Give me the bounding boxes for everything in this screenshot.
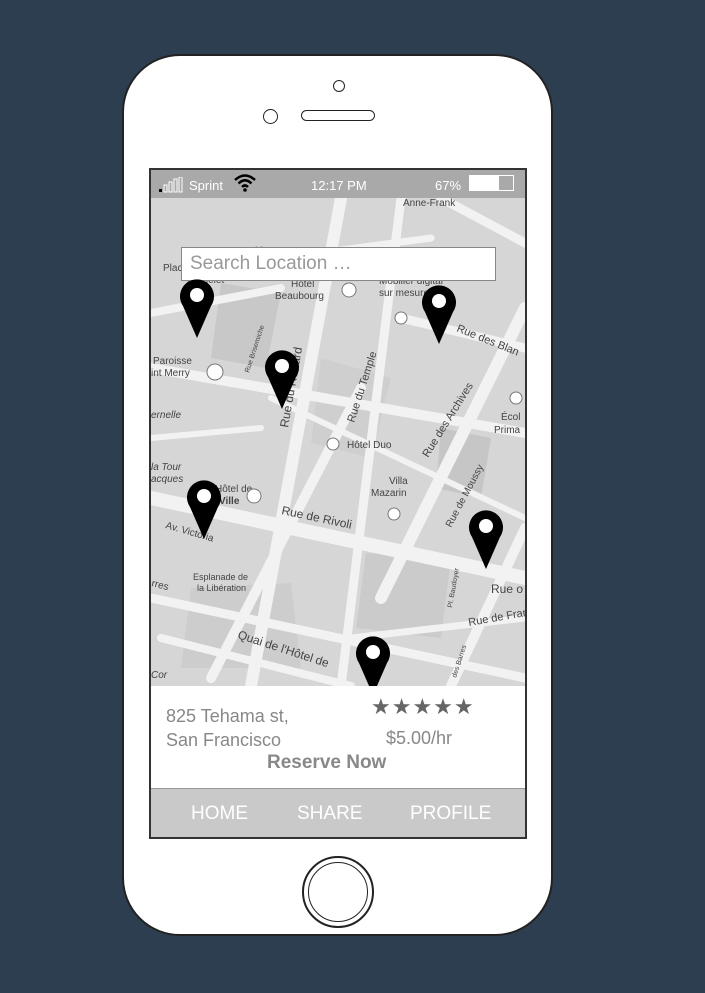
map-street-label: Ville bbox=[219, 496, 240, 507]
map-pin-icon[interactable] bbox=[421, 284, 457, 344]
map-pin-icon[interactable] bbox=[468, 509, 504, 569]
map-street-label: ernelle bbox=[151, 410, 181, 421]
search-input[interactable] bbox=[181, 247, 496, 281]
map-pin-icon[interactable] bbox=[264, 349, 300, 409]
status-time: 12:17 PM bbox=[311, 178, 367, 193]
map-pin-icon[interactable] bbox=[179, 278, 215, 338]
map-street-label: Hôtel Duo bbox=[347, 440, 392, 451]
listing-address: 825 Tehama st, San Francisco bbox=[166, 704, 289, 752]
map-poi-icon bbox=[387, 507, 401, 521]
map-street-label: Écol bbox=[501, 410, 520, 423]
sensor-icon bbox=[263, 109, 278, 124]
map-street-label: Rue o bbox=[491, 582, 523, 596]
map-street-label: la Libération bbox=[197, 583, 246, 593]
map-poi-icon bbox=[394, 311, 408, 325]
map-street-label: Paroisse bbox=[153, 356, 192, 367]
map-street-label: Mazarin bbox=[371, 488, 407, 499]
battery-percent: 67% bbox=[435, 178, 462, 193]
signal-bars-icon bbox=[159, 176, 185, 196]
battery-fill bbox=[470, 176, 499, 190]
map-street-label: acques bbox=[151, 474, 183, 485]
speaker-icon bbox=[301, 110, 375, 121]
map-street-label: int Merry bbox=[151, 368, 190, 379]
map-pin-icon[interactable] bbox=[186, 479, 222, 539]
map-poi-icon bbox=[509, 391, 523, 405]
map-street-label: Anne-Frank bbox=[403, 198, 456, 209]
carrier-name: Sprint bbox=[189, 178, 223, 193]
wifi-icon bbox=[233, 173, 257, 196]
battery-icon bbox=[469, 175, 514, 191]
phone-screen: Sprint 12:17 PM 67% Anne-Frank Place Hot… bbox=[149, 168, 527, 839]
listing-card: 825 Tehama st, San Francisco ★★★★★ $5.00… bbox=[151, 686, 525, 788]
nav-home[interactable]: HOME bbox=[191, 803, 248, 825]
map-street-label: Prima bbox=[494, 425, 521, 436]
map-street-label: Villa bbox=[389, 476, 408, 487]
listing-price: $5.00/hr bbox=[386, 728, 453, 748]
map-poi-icon bbox=[206, 363, 224, 381]
map-street-label: Beaubourg bbox=[275, 291, 324, 302]
address-line-1: 825 Tehama st, bbox=[166, 706, 289, 726]
map-street-label: Cor bbox=[151, 670, 168, 681]
map-poi-icon bbox=[246, 488, 262, 504]
camera-icon bbox=[333, 80, 345, 92]
map-view[interactable]: Anne-Frank Pompidou deau Place Edmond Mi… bbox=[151, 198, 525, 686]
star-rating-icon: ★★★★★ bbox=[371, 694, 475, 719]
nav-profile[interactable]: PROFILE bbox=[410, 803, 491, 825]
home-button[interactable] bbox=[302, 856, 374, 928]
map-street-label: la Tour bbox=[151, 462, 182, 473]
status-bar: Sprint 12:17 PM 67% bbox=[151, 170, 525, 198]
map-street-label: Esplanade de bbox=[193, 572, 248, 582]
nav-share[interactable]: SHARE bbox=[297, 803, 362, 825]
address-line-2: San Francisco bbox=[166, 730, 282, 750]
map-poi-icon bbox=[326, 437, 340, 451]
reserve-now-button[interactable]: Reserve Now bbox=[267, 752, 386, 774]
map-pin-icon[interactable] bbox=[355, 635, 391, 686]
bottom-nav: HOME SHARE PROFILE bbox=[151, 788, 525, 837]
map-poi-icon bbox=[341, 282, 357, 298]
